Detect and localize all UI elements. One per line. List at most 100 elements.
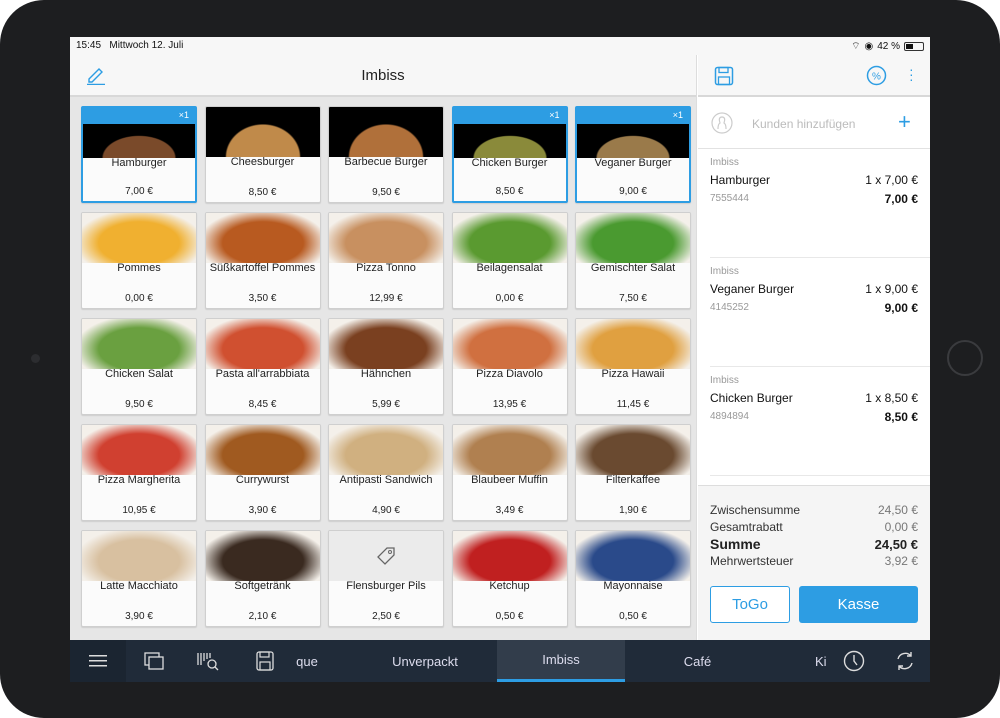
product-tile[interactable]: Süßkartoffel Pommes 3,50 € xyxy=(204,212,321,309)
product-grid: ×1 Hamburger 7,00 € Cheesburger 8,50 € Barbec… xyxy=(81,106,691,627)
save-icon[interactable] xyxy=(714,66,734,86)
product-name: Pizza Margherita xyxy=(97,474,181,486)
product-image xyxy=(576,425,690,475)
product-price: 0,50 € xyxy=(495,611,524,622)
product-image xyxy=(205,213,320,263)
product-price: 10,95 € xyxy=(122,505,156,516)
product-tile[interactable]: Filterkaffee 1,90 € xyxy=(575,424,691,521)
tab-cafe[interactable]: Café xyxy=(640,640,755,682)
total-row: Zwischensumme 24,50 € xyxy=(710,502,918,519)
product-image xyxy=(453,124,566,158)
cart-item[interactable]: Imbiss Chicken Burger 1 x 8,50 € 4894894… xyxy=(710,367,930,476)
item-category: Imbiss xyxy=(710,157,739,168)
product-tile[interactable]: Softgetränk 2,10 € xyxy=(204,530,321,627)
tab-ki[interactable]: Ki xyxy=(815,640,831,682)
product-name: Mayonnaise xyxy=(603,580,663,592)
product-price: 5,99 € xyxy=(372,399,400,410)
product-tile[interactable]: Latte Macchiato 3,90 € xyxy=(81,530,197,627)
menu-icon[interactable] xyxy=(70,640,126,682)
product-image xyxy=(329,319,443,369)
product-tile[interactable]: Chicken Salat 9,50 € xyxy=(81,318,197,415)
product-tile[interactable]: Cheesburger 8,50 € xyxy=(204,106,321,203)
product-image xyxy=(576,319,690,369)
product-tile[interactable]: Pommes 0,00 € xyxy=(81,212,197,309)
item-category: Imbiss xyxy=(710,375,739,386)
item-name: Chicken Burger xyxy=(710,391,793,405)
cart-item[interactable]: Imbiss Hamburger 1 x 7,00 € 7555444 7,00… xyxy=(710,149,930,258)
product-tile[interactable]: Barbecue Burger 9,50 € xyxy=(328,106,444,203)
barcode-search-icon[interactable] xyxy=(196,640,220,682)
product-tile[interactable]: Pizza Tonno 12,99 € xyxy=(328,212,444,309)
screen: 15:45 Mittwoch 12. Juli ⌔ ◉ 42 % Imbiss ×1… xyxy=(70,37,930,682)
item-name: Veganer Burger xyxy=(710,282,795,296)
product-tile[interactable]: Pizza Diavolo 13,95 € xyxy=(451,318,568,415)
product-image xyxy=(205,319,320,369)
tab-imbiss[interactable]: Imbiss xyxy=(497,640,625,682)
item-sku: 4145252 xyxy=(710,302,749,313)
add-customer-plus-icon[interactable]: + xyxy=(898,109,911,135)
product-tile[interactable]: Antipasti Sandwich 4,90 € xyxy=(328,424,444,521)
product-name: Pommes xyxy=(117,262,161,274)
product-name: Antipasti Sandwich xyxy=(339,474,433,486)
product-price: 7,00 € xyxy=(125,186,153,197)
tablet-frame: 15:45 Mittwoch 12. Juli ⌔ ◉ 42 % Imbiss ×1… xyxy=(0,0,1000,718)
product-name: Pasta all'arrabbiata xyxy=(215,368,310,380)
product-image xyxy=(82,425,196,475)
product-price: 8,45 € xyxy=(248,399,277,410)
product-tile[interactable]: Beilagensalat 0,00 € xyxy=(451,212,568,309)
product-name: Cheesburger xyxy=(230,156,295,168)
product-tile[interactable]: Flensburger Pils 2,50 € xyxy=(328,530,444,627)
layers-icon[interactable] xyxy=(142,640,166,682)
total-row: Summe 24,50 € xyxy=(710,536,918,553)
item-quantity: 1 x 8,50 € xyxy=(865,391,918,405)
product-price: 11,45 € xyxy=(616,399,650,410)
checkout-button[interactable]: Kasse xyxy=(799,586,918,623)
item-sku: 4894894 xyxy=(710,411,749,422)
product-name: Pizza Tonno xyxy=(356,262,416,274)
product-tile[interactable]: Currywurst 3,90 € xyxy=(204,424,321,521)
product-price: 0,50 € xyxy=(619,611,647,622)
product-name: Beilagensalat xyxy=(476,262,543,274)
product-name: Veganer Burger xyxy=(594,157,672,169)
cart-items: Imbiss Hamburger 1 x 7,00 € 7555444 7,00… xyxy=(698,149,930,476)
more-options-icon[interactable]: · · · xyxy=(909,62,914,86)
product-price: 8,50 € xyxy=(248,187,277,198)
add-customer-row[interactable]: Kunden hinzufügen + xyxy=(698,97,930,149)
save-draft-icon[interactable] xyxy=(254,640,276,682)
product-tile[interactable]: ×1 Hamburger 7,00 € xyxy=(81,106,197,203)
product-tile[interactable]: Blaubeer Muffin 3,49 € xyxy=(451,424,568,521)
product-tile[interactable]: ×1 Chicken Burger 8,50 € xyxy=(451,106,568,203)
total-value: 3,92 € xyxy=(884,554,918,568)
product-price: 9,50 € xyxy=(125,399,153,410)
product-tile[interactable]: Ketchup 0,50 € xyxy=(451,530,568,627)
product-name: Pizza Hawaii xyxy=(601,368,665,380)
quantity-badge: ×1 xyxy=(453,108,566,124)
sync-icon[interactable] xyxy=(893,640,917,682)
product-image xyxy=(576,531,690,581)
togo-button[interactable]: ToGo xyxy=(710,586,790,623)
product-tile[interactable]: ×1 Veganer Burger 9,00 € xyxy=(575,106,691,203)
tab-que[interactable]: que xyxy=(292,640,322,682)
bottom-nav: que Unverpackt Imbiss Café Ki xyxy=(70,640,930,682)
product-name: Pizza Diavolo xyxy=(476,368,543,380)
product-image xyxy=(205,107,320,157)
discount-icon[interactable]: % xyxy=(866,65,887,86)
product-tile[interactable]: Mayonnaise 0,50 € xyxy=(575,530,691,627)
home-button[interactable] xyxy=(947,340,983,376)
item-total: 8,50 € xyxy=(884,410,918,424)
product-tile[interactable]: Pizza Hawaii 11,45 € xyxy=(575,318,691,415)
product-tile[interactable]: Pasta all'arrabbiata 8,45 € xyxy=(204,318,321,415)
cart-item[interactable]: Imbiss Veganer Burger 1 x 9,00 € 4145252… xyxy=(710,258,930,367)
product-image xyxy=(452,213,567,263)
page-title: Imbiss xyxy=(361,67,405,84)
product-tile[interactable]: Hähnchen 5,99 € xyxy=(328,318,444,415)
product-price: 9,50 € xyxy=(372,187,400,198)
tab-unverpackt[interactable]: Unverpackt xyxy=(370,640,480,682)
product-tile[interactable]: Gemischter Salat 7,50 € xyxy=(575,212,691,309)
cart-panel: % · · · Kunden hinzufügen + Imbiss Hamburg… xyxy=(698,55,930,640)
item-sku: 7555444 xyxy=(710,193,749,204)
product-tile[interactable]: Pizza Margherita 10,95 € xyxy=(81,424,197,521)
clock-icon[interactable] xyxy=(842,640,866,682)
product-image xyxy=(577,124,689,158)
total-value: 0,00 € xyxy=(884,520,918,534)
